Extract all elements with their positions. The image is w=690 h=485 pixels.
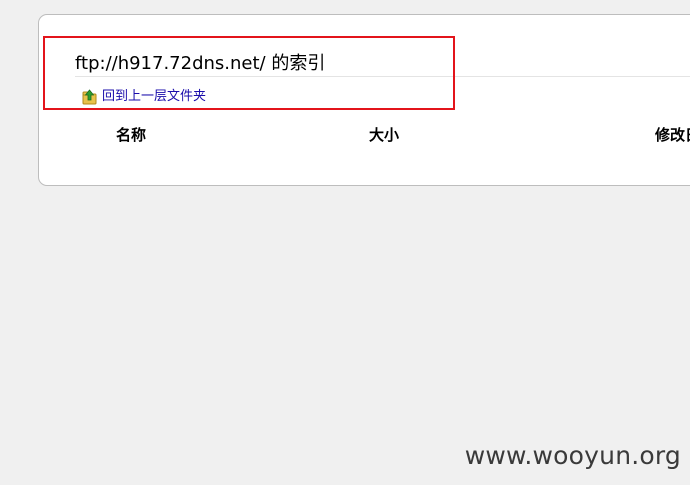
parent-directory-label: 回到上一层文件夹 [102,89,207,104]
column-header-size[interactable]: 大小 [369,124,399,146]
parent-directory-link[interactable]: 回到上一层文件夹 [82,88,206,106]
column-header-modified[interactable]: 修改日 [655,124,690,146]
column-header-name[interactable]: 名称 [116,124,146,146]
folder-up-icon [82,89,97,105]
title-divider [75,76,690,77]
watermark-text: www.wooyun.org [464,441,681,470]
page: ftp://h917.72dns.net/ 的索引 回到上一层文件夹 名称 大小… [0,0,690,485]
page-title: ftp://h917.72dns.net/ 的索引 [75,53,326,74]
